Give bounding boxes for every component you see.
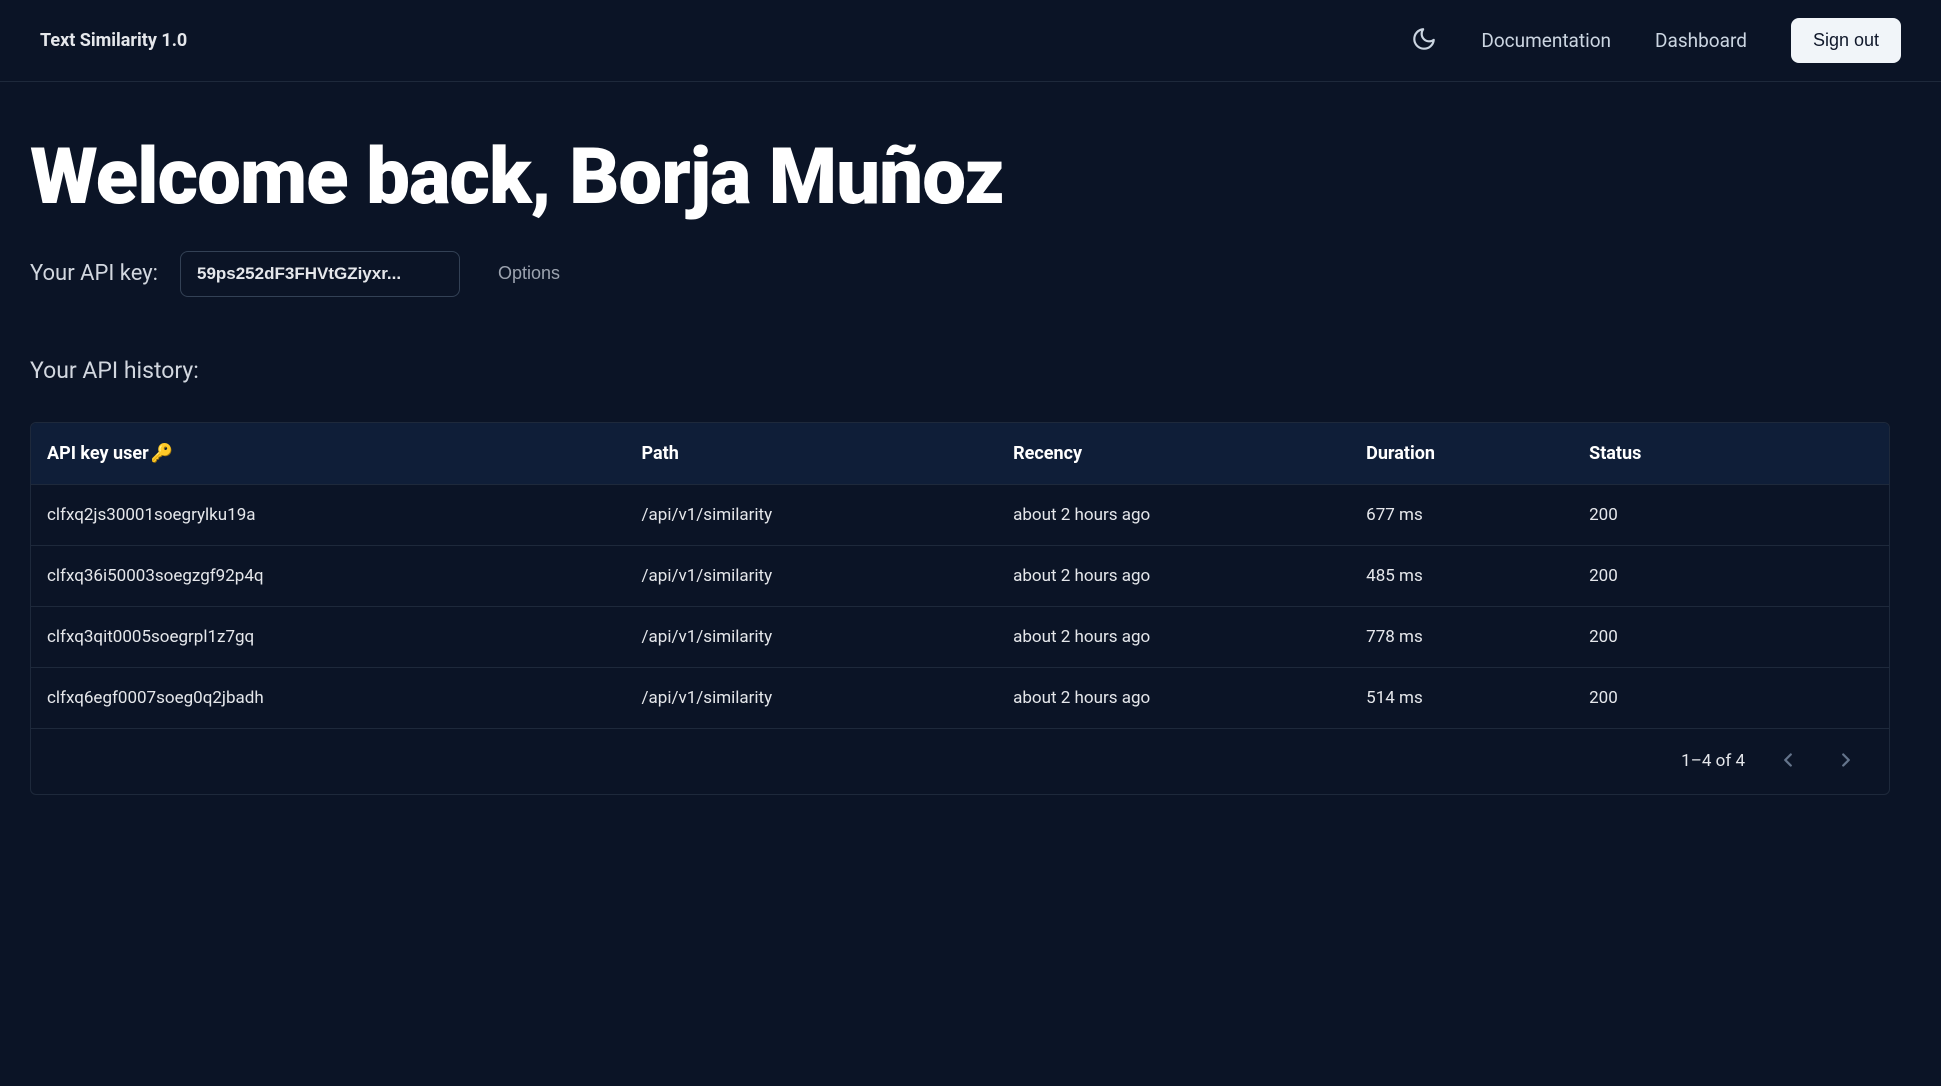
prev-page-button[interactable] bbox=[1773, 745, 1803, 778]
key-icon: 🔑 bbox=[151, 443, 173, 464]
chevron-left-icon bbox=[1777, 749, 1799, 774]
next-page-button[interactable] bbox=[1831, 745, 1861, 778]
cell-status: 200 bbox=[1573, 667, 1889, 728]
cell-duration: 514 ms bbox=[1350, 667, 1573, 728]
cell-status: 200 bbox=[1573, 545, 1889, 606]
signout-button[interactable]: Sign out bbox=[1791, 18, 1901, 63]
nav-link-dashboard[interactable]: Dashboard bbox=[1655, 29, 1747, 52]
cell-user: clfxq3qit0005soegrpl1z7gq bbox=[31, 606, 626, 667]
nav-link-documentation[interactable]: Documentation bbox=[1481, 29, 1611, 52]
table-row[interactable]: clfxq36i50003soegzgf92p4q/api/v1/similar… bbox=[31, 545, 1889, 606]
theme-toggle[interactable] bbox=[1411, 26, 1437, 56]
col-header-status[interactable]: Status bbox=[1573, 423, 1889, 485]
history-label: Your API history: bbox=[30, 357, 1890, 384]
api-history-table: API key user🔑 Path Recency Duration Stat… bbox=[30, 422, 1890, 795]
table-header-row: API key user🔑 Path Recency Duration Stat… bbox=[31, 423, 1889, 485]
cell-recency: about 2 hours ago bbox=[997, 667, 1350, 728]
cell-path: /api/v1/similarity bbox=[626, 484, 998, 545]
table-row[interactable]: clfxq3qit0005soegrpl1z7gq/api/v1/similar… bbox=[31, 606, 1889, 667]
col-header-path[interactable]: Path bbox=[626, 423, 998, 485]
cell-user: clfxq6egf0007soeg0q2jbadh bbox=[31, 667, 626, 728]
cell-path: /api/v1/similarity bbox=[626, 606, 998, 667]
api-key-input[interactable] bbox=[180, 251, 460, 297]
brand-title[interactable]: Text Similarity 1.0 bbox=[40, 30, 187, 51]
cell-status: 200 bbox=[1573, 606, 1889, 667]
col-header-user-label: API key user bbox=[47, 443, 149, 464]
table-row[interactable]: clfxq6egf0007soeg0q2jbadh/api/v1/similar… bbox=[31, 667, 1889, 728]
nav-right: Documentation Dashboard Sign out bbox=[1411, 18, 1901, 63]
navbar: Text Similarity 1.0 Documentation Dashbo… bbox=[0, 0, 1941, 82]
cell-duration: 677 ms bbox=[1350, 484, 1573, 545]
cell-duration: 778 ms bbox=[1350, 606, 1573, 667]
col-header-user[interactable]: API key user🔑 bbox=[31, 423, 626, 485]
cell-recency: about 2 hours ago bbox=[997, 545, 1350, 606]
pagination-range: 1–4 of 4 bbox=[1681, 751, 1745, 771]
cell-status: 200 bbox=[1573, 484, 1889, 545]
welcome-heading: Welcome back, Borja Muñoz bbox=[30, 137, 1890, 219]
cell-recency: about 2 hours ago bbox=[997, 484, 1350, 545]
main-content: Welcome back, Borja Muñoz Your API key: … bbox=[0, 82, 1920, 795]
cell-path: /api/v1/similarity bbox=[626, 545, 998, 606]
api-key-row: Your API key: Options bbox=[30, 251, 1890, 297]
api-key-label: Your API key: bbox=[30, 261, 158, 286]
cell-user: clfxq36i50003soegzgf92p4q bbox=[31, 545, 626, 606]
chevron-right-icon bbox=[1835, 749, 1857, 774]
cell-path: /api/v1/similarity bbox=[626, 667, 998, 728]
table-footer: 1–4 of 4 bbox=[31, 729, 1889, 794]
moon-icon bbox=[1411, 26, 1437, 56]
cell-duration: 485 ms bbox=[1350, 545, 1573, 606]
col-header-recency[interactable]: Recency bbox=[997, 423, 1350, 485]
col-header-duration[interactable]: Duration bbox=[1350, 423, 1573, 485]
options-button[interactable]: Options bbox=[482, 253, 576, 294]
cell-user: clfxq2js30001soegrylku19a bbox=[31, 484, 626, 545]
cell-recency: about 2 hours ago bbox=[997, 606, 1350, 667]
table-row[interactable]: clfxq2js30001soegrylku19a/api/v1/similar… bbox=[31, 484, 1889, 545]
